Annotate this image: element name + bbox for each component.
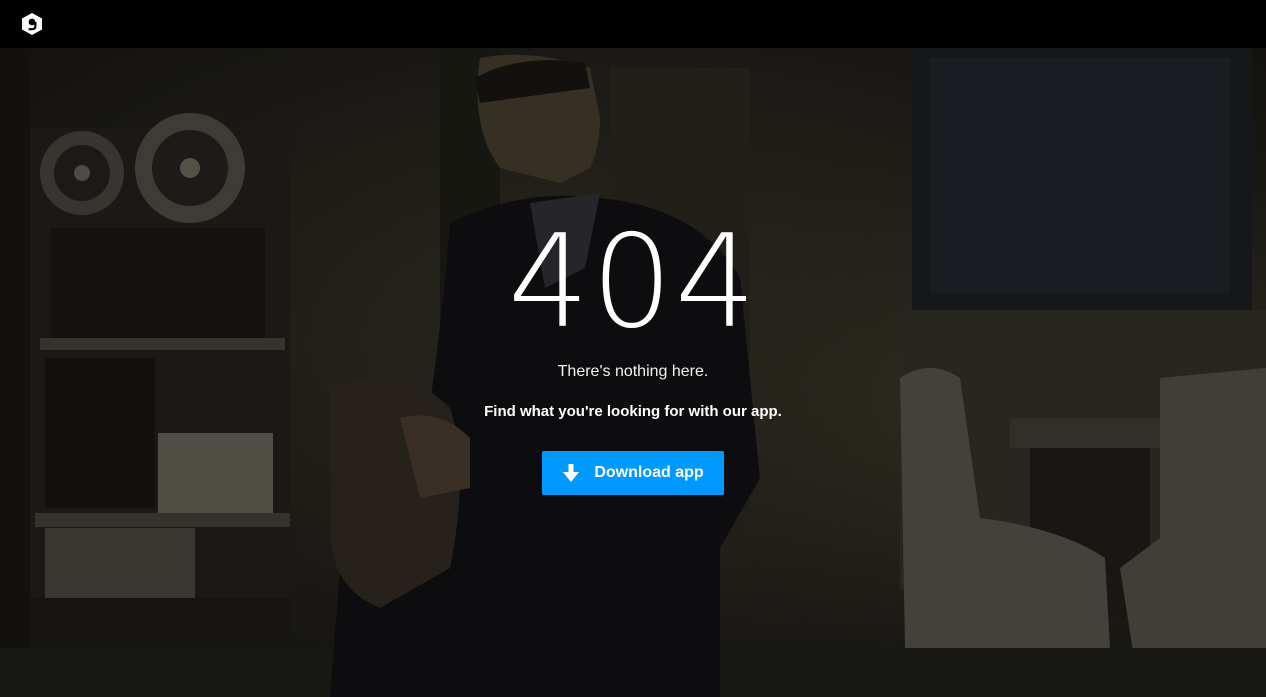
error-code: 404 (507, 208, 759, 357)
background-scene: 404 There's nothing here. Find what you'… (0, 48, 1266, 697)
app-promo-text: Find what you're looking for with our ap… (484, 403, 782, 420)
error-content: 404 There's nothing here. Find what you'… (0, 48, 1266, 697)
9gag-logo-icon[interactable] (20, 12, 44, 36)
top-bar (0, 0, 1266, 48)
download-app-button[interactable]: Download app (542, 451, 724, 495)
download-arrow-icon (562, 463, 580, 483)
error-message: There's nothing here. (557, 363, 709, 380)
download-app-label: Download app (594, 464, 704, 481)
